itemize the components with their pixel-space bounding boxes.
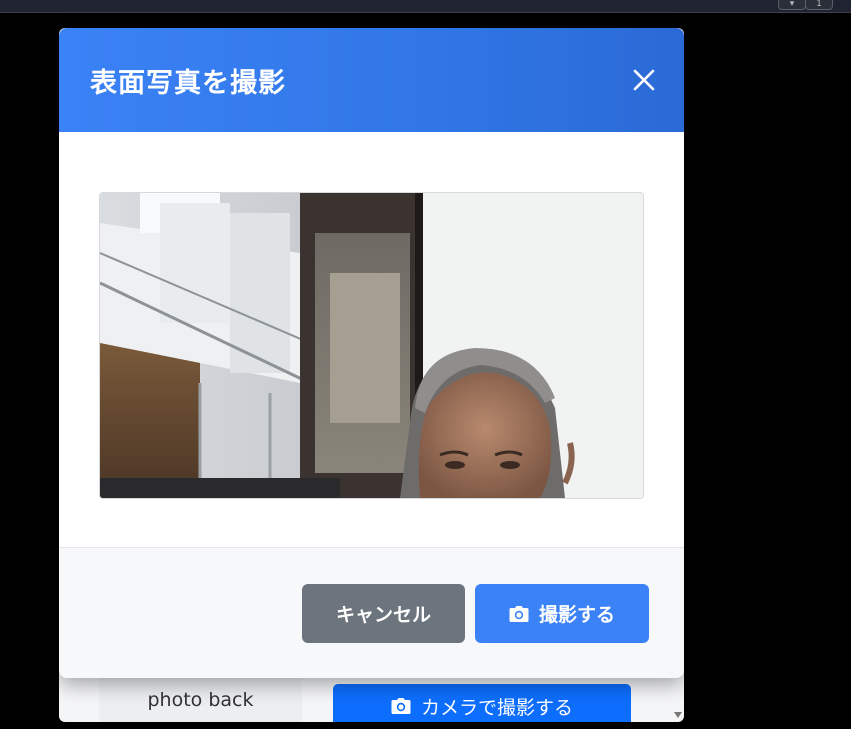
photo-back-label: photo back xyxy=(99,678,302,722)
close-button[interactable] xyxy=(632,68,656,92)
camera-icon xyxy=(391,698,411,714)
close-icon xyxy=(633,69,655,91)
open-camera-label: カメラで撮影する xyxy=(420,696,573,719)
camera-feed-image xyxy=(100,193,643,498)
scroll-down-arrow-icon[interactable] xyxy=(674,712,682,718)
open-camera-button[interactable]: カメラで撮影する xyxy=(333,684,631,722)
toolbar-counter[interactable]: 1 xyxy=(805,0,833,10)
capture-button[interactable]: 撮影する xyxy=(475,584,649,643)
modal-header: 表面写真を撮影 xyxy=(59,28,684,132)
cancel-button[interactable]: キャンセル xyxy=(302,584,465,643)
toolbar-dropdown-icon[interactable]: ▾ xyxy=(778,0,806,10)
capture-modal: 表面写真を撮影 キャンセル 撮影する xyxy=(59,28,684,678)
modal-title: 表面写真を撮影 xyxy=(90,68,286,99)
capture-label: 撮影する xyxy=(538,604,615,626)
browser-toolbar: ▾ 1 xyxy=(0,0,851,13)
camera-icon xyxy=(509,605,529,622)
camera-preview xyxy=(99,192,644,499)
modal-footer: キャンセル 撮影する xyxy=(59,547,684,678)
modal-body xyxy=(59,132,684,547)
